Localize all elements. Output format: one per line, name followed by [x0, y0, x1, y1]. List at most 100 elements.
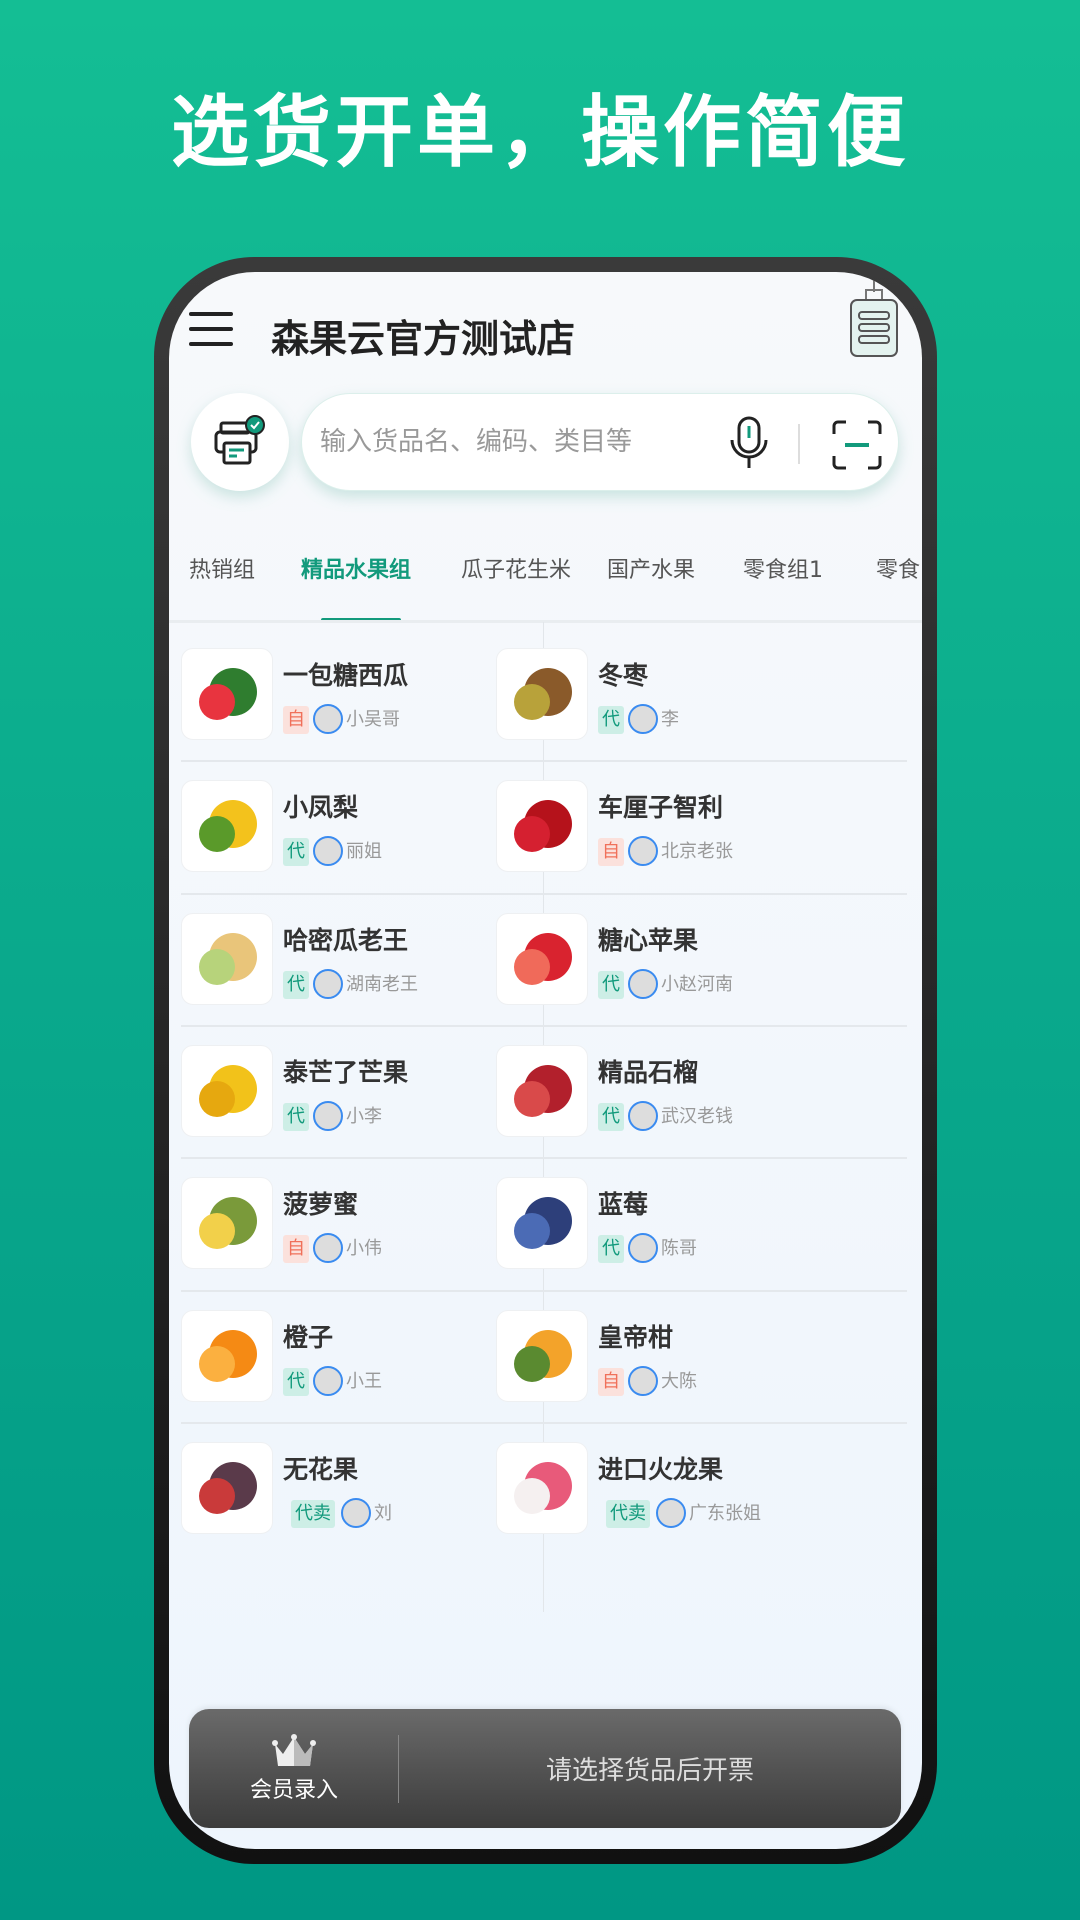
phone-frame: 森果云官方测试店 热销组 精品水果组 瓜子花生米 国产水果 零食组1 零食 一包…	[154, 257, 937, 1864]
member-entry-label: 会员录入	[249, 1777, 338, 1803]
product-card[interactable]: 小凤梨 代 丽姐	[181, 764, 541, 896]
printer-icon	[214, 415, 265, 465]
product-card[interactable]: 车厘子智利 自 北京老张	[496, 764, 856, 896]
crown-icon	[272, 1733, 316, 1766]
sale-type-badge: 代卖	[606, 1499, 650, 1528]
category-tabs: 热销组 精品水果组 瓜子花生米 国产水果 零食组1 零食	[169, 542, 922, 602]
seller-name: 丽姐	[346, 841, 382, 863]
mandarin-icon	[514, 1329, 572, 1382]
product-name: 蓝莓	[598, 1190, 649, 1220]
product-card[interactable]: 哈密瓜老王 代 湖南老王	[181, 897, 541, 1029]
avatar	[313, 968, 343, 999]
avatar	[628, 1233, 658, 1264]
sale-type-badge: 代	[283, 970, 309, 999]
tab-seeds-peanuts[interactable]: 瓜子花生米	[461, 552, 571, 584]
product-card[interactable]: 泰芒了芒果 代 小李	[181, 1029, 541, 1161]
scale-device-icon[interactable]	[849, 272, 899, 372]
product-name: 进口火龙果	[598, 1454, 724, 1484]
invoice-button[interactable]: 请选择货品后开票	[399, 1709, 901, 1828]
product-image	[496, 780, 588, 873]
seller-name: 武汉老钱	[661, 1105, 733, 1127]
product-card[interactable]: 一包糖西瓜 自 小吴哥	[181, 632, 541, 764]
product-card[interactable]: 冬枣 代 李	[496, 632, 856, 764]
seller-name: 小伟	[346, 1238, 382, 1260]
product-image	[181, 1044, 273, 1137]
tab-snacks-1[interactable]: 零食组1	[743, 552, 823, 584]
jujube-icon	[514, 668, 572, 720]
product-image	[496, 1441, 588, 1534]
seller-name: 刘	[374, 1502, 392, 1524]
divider	[798, 424, 800, 464]
product-name: 哈密瓜老王	[283, 925, 409, 955]
product-name: 无花果	[283, 1454, 359, 1484]
avatar	[313, 1100, 343, 1131]
seller-name: 小李	[346, 1105, 382, 1127]
pineapple-icon	[199, 800, 257, 853]
apple-icon	[514, 932, 572, 985]
sale-type-badge: 代	[598, 1235, 624, 1264]
divider	[169, 620, 922, 623]
product-name: 泰芒了芒果	[283, 1057, 409, 1087]
product-card[interactable]: 精品石榴 代 武汉老钱	[496, 1029, 856, 1161]
product-image	[496, 1309, 588, 1402]
tab-hot[interactable]: 热销组	[189, 552, 255, 584]
sale-type-badge: 代	[283, 838, 309, 867]
product-name: 冬枣	[598, 661, 649, 690]
avatar	[313, 704, 343, 734]
product-card[interactable]: 无花果 代卖 刘	[181, 1426, 541, 1558]
product-name: 一包糖西瓜	[283, 661, 409, 690]
product-image	[496, 1177, 588, 1270]
seller-name: 北京老张	[661, 841, 733, 863]
product-name: 橙子	[283, 1322, 334, 1352]
product-name: 菠萝蜜	[283, 1190, 359, 1220]
product-image	[181, 648, 273, 740]
seller-name: 陈哥	[661, 1238, 697, 1260]
watermelon-icon	[199, 668, 257, 720]
sale-type-badge: 代	[598, 970, 624, 999]
tab-premium-fruit[interactable]: 精品水果组	[301, 552, 411, 584]
store-title: 森果云官方测试店	[271, 317, 576, 361]
tab-domestic-fruit[interactable]: 国产水果	[607, 552, 695, 584]
product-image	[181, 912, 273, 1005]
search-input[interactable]	[320, 394, 700, 490]
microphone-icon[interactable]	[727, 416, 771, 474]
printer-button[interactable]	[191, 393, 289, 491]
product-name: 小凤梨	[283, 793, 359, 823]
product-card[interactable]: 菠萝蜜 自 小伟	[181, 1161, 541, 1293]
sale-type-badge: 自	[283, 1235, 309, 1264]
avatar	[628, 968, 658, 999]
product-image	[181, 1309, 273, 1402]
avatar	[313, 1365, 343, 1396]
avatar	[341, 1497, 371, 1528]
product-card[interactable]: 进口火龙果 代卖 广东张姐	[496, 1426, 856, 1558]
cantaloupe-icon	[199, 932, 257, 985]
product-image	[181, 1441, 273, 1534]
product-image	[496, 912, 588, 1005]
bottom-action-bar: 会员录入 请选择货品后开票	[189, 1709, 901, 1828]
sale-type-badge: 代	[598, 1102, 624, 1131]
avatar	[628, 1100, 658, 1131]
product-image	[181, 1177, 273, 1270]
product-card[interactable]: 糖心苹果 代 小赵河南	[496, 897, 856, 1029]
cherry-icon	[514, 800, 572, 853]
seller-name: 小赵河南	[661, 973, 733, 995]
product-image	[496, 648, 588, 740]
scan-icon[interactable]	[832, 420, 882, 474]
pomegranate-icon	[514, 1064, 572, 1117]
tab-snacks[interactable]: 零食	[876, 552, 920, 584]
sale-type-badge: 代卖	[291, 1499, 335, 1528]
sale-type-badge: 代	[283, 1367, 309, 1396]
product-card[interactable]: 蓝莓 代 陈哥	[496, 1161, 856, 1293]
sale-type-badge: 自	[598, 838, 624, 867]
product-card[interactable]: 橙子 代 小王	[181, 1294, 541, 1426]
product-name: 车厘子智利	[598, 793, 724, 823]
seller-name: 湖南老王	[346, 973, 418, 995]
product-image	[496, 1044, 588, 1137]
product-name: 皇帝柑	[598, 1322, 674, 1352]
seller-name: 广东张姐	[689, 1502, 761, 1524]
headline: 选货开单，操作简便	[170, 88, 909, 178]
menu-icon[interactable]	[189, 312, 233, 346]
jackfruit-icon	[199, 1197, 257, 1250]
product-card[interactable]: 皇帝柑 自 大陈	[496, 1294, 856, 1426]
member-entry-button[interactable]: 会员录入	[189, 1709, 399, 1828]
